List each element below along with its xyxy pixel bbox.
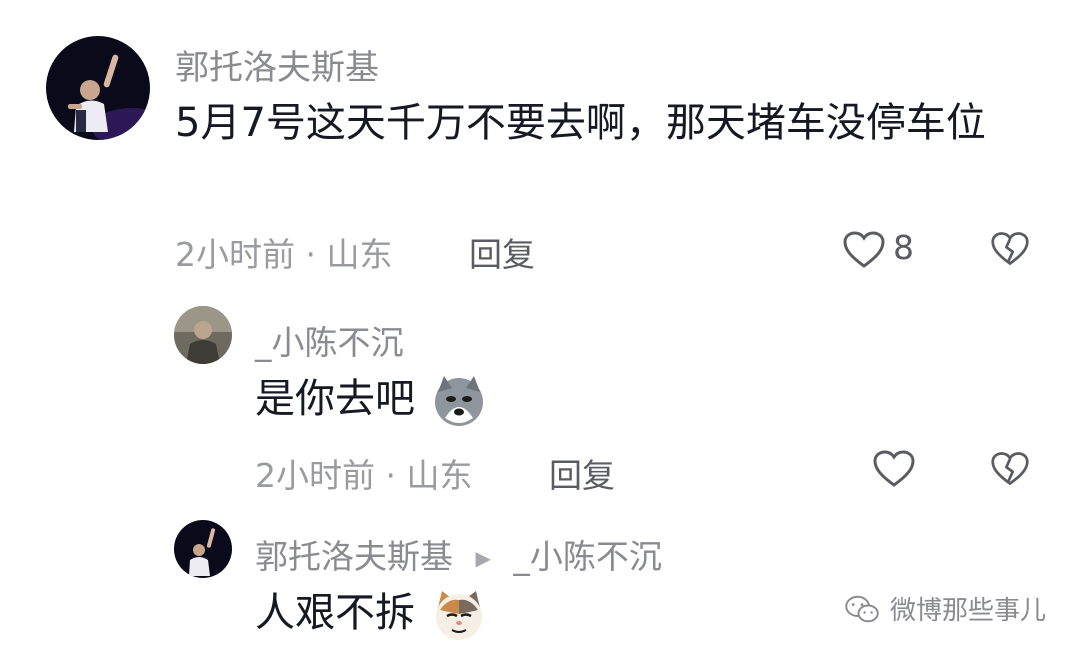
comment-meta: 2小时前 · 山东 <box>175 235 393 274</box>
broken-heart-icon <box>991 452 1029 486</box>
reply-to-username[interactable]: _小陈不沉 <box>513 537 662 576</box>
reply-username-row: 郭托洛夫斯基 ▶ _小陈不沉 <box>255 530 662 578</box>
cat-face-emoji <box>432 588 486 642</box>
avatar[interactable] <box>174 520 232 578</box>
broken-heart-icon <box>991 232 1029 266</box>
avatar-image <box>174 520 232 578</box>
reply-button[interactable]: 回复 <box>469 228 535 276</box>
comment-username[interactable]: 郭托洛夫斯基 <box>175 40 379 89</box>
like-button[interactable] <box>872 449 916 489</box>
dislike-button[interactable] <box>990 450 1030 490</box>
wechat-icon <box>845 595 879 622</box>
reply-username[interactable]: 郭托洛夫斯基 <box>255 537 453 576</box>
reply-text-row: 是你去吧 <box>255 368 486 430</box>
watermark-text: 微博那些事儿 <box>889 596 1046 626</box>
like-button[interactable] <box>842 230 886 270</box>
heart-icon <box>843 231 885 268</box>
reply-text: 人艰不拆 <box>255 590 415 636</box>
reply-username[interactable]: _小陈不沉 <box>255 316 404 364</box>
reply-arrow-icon: ▶ <box>475 546 491 570</box>
avatar[interactable] <box>46 36 150 140</box>
watermark: 微博那些事儿 <box>844 590 1046 627</box>
like-count: 8 <box>893 228 914 267</box>
reply-text-row: 人艰不拆 <box>255 582 486 644</box>
avatar[interactable] <box>174 306 232 364</box>
reply-meta: 2小时前 · 山东 <box>255 456 473 495</box>
reply-text: 是你去吧 <box>255 376 415 422</box>
heart-icon <box>873 450 915 487</box>
comment-text: 5月7号这天千万不要去啊，那天堵车没停车位 <box>175 100 986 146</box>
husky-dog-emoji <box>432 374 486 428</box>
avatar-image <box>174 306 232 364</box>
avatar-image <box>46 36 150 140</box>
reply-button[interactable]: 回复 <box>549 449 615 497</box>
dislike-button[interactable] <box>990 230 1030 270</box>
